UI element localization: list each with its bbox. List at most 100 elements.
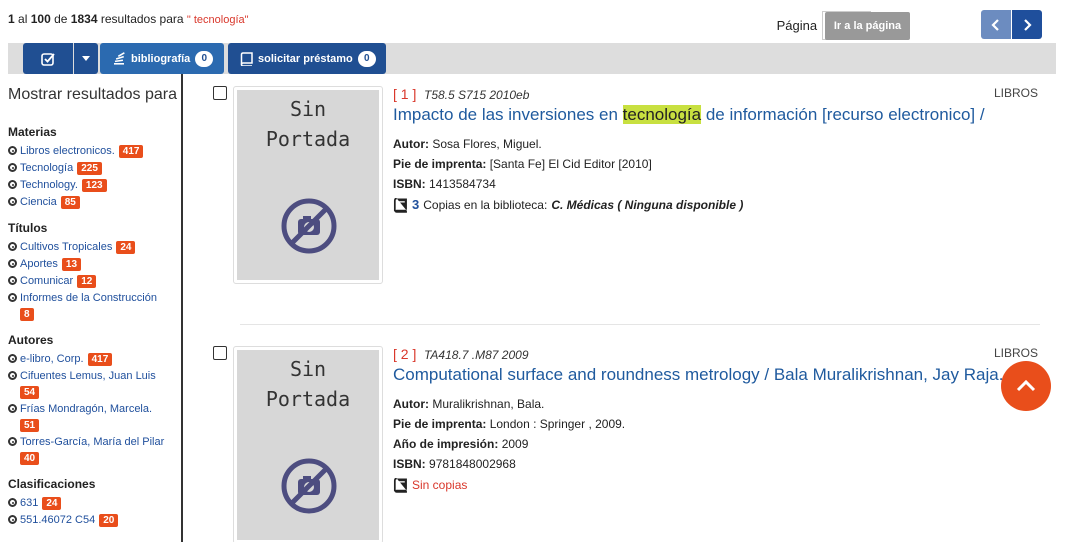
result-checkbox[interactable] <box>213 346 227 360</box>
select-all-button[interactable] <box>23 43 73 74</box>
range-al: al <box>18 12 28 26</box>
result-divider <box>240 324 1040 325</box>
facet-count: 20 <box>99 514 119 527</box>
cover-text-line1: Sin <box>289 357 327 381</box>
result-number: [ 1 ] <box>393 86 417 102</box>
facet-count: 13 <box>61 258 82 271</box>
field-value: London : Springer , 2009. <box>489 417 626 431</box>
facet-count: 225 <box>77 162 102 175</box>
field-value: 2009 <box>501 437 529 451</box>
total-results: 1834 <box>70 12 98 26</box>
field-author: Autor: Sosa Flores, Miguel. <box>393 134 1053 154</box>
no-image-icon <box>281 198 337 254</box>
facet-item-label: Tecnología <box>20 162 74 174</box>
facet-count: 40 <box>20 452 40 465</box>
facet-item-label: 551.46072 C54 <box>20 514 96 526</box>
facet-item-label: Cultivos Tropicales <box>20 241 113 253</box>
facet-item[interactable]: Ciencia 85 <box>8 194 181 211</box>
facet-count: 54 <box>20 386 40 399</box>
facet-item[interactable]: Libros electronicos. 417 <box>8 143 181 160</box>
facet-item-label: Torres-García, María del Pilar <box>20 436 165 448</box>
cover-text-line2: Portada <box>265 127 351 151</box>
title-highlight: tecnología <box>622 105 702 124</box>
cover-text-line2: Portada <box>265 387 351 411</box>
facet-item[interactable]: Frías Mondragón, Marcela. 51 <box>8 401 181 434</box>
prev-page-button[interactable] <box>981 10 1011 39</box>
book-icon <box>393 477 407 493</box>
sidebar-heading: Mostrar resultados para <box>8 86 177 103</box>
target-icon <box>8 276 17 285</box>
result-title-link[interactable]: Computational surface and roundness metr… <box>393 364 1053 386</box>
results-toolbar: bibliografía 0 solicitar préstamo 0 <box>8 43 1056 74</box>
facet-item[interactable]: Aportes 13 <box>8 256 181 273</box>
facet-item-label: Aportes <box>20 258 58 270</box>
target-icon <box>8 371 17 380</box>
facet-item-label: Comunicar <box>20 275 74 287</box>
bibliography-button[interactable]: bibliografía 0 <box>100 43 224 74</box>
target-icon <box>8 354 17 363</box>
facet-item[interactable]: 631 24 <box>8 495 181 512</box>
facet-title: Títulos <box>8 221 48 235</box>
facet-count: 24 <box>116 241 136 254</box>
facet-item[interactable]: Informes de la Construcción 8 <box>8 290 181 323</box>
facet-count: 51 <box>20 419 40 432</box>
facet-title: Clasificaciones <box>8 477 96 491</box>
book-cover[interactable]: Sin Portada <box>233 346 383 542</box>
facet-item[interactable]: Cifuentes Lemus, Juan Luis 54 <box>8 368 181 401</box>
target-icon <box>8 259 17 268</box>
copies-info[interactable]: 3 Copias en la biblioteca: C. Médicas ( … <box>393 194 1053 216</box>
select-dropdown-toggle[interactable] <box>74 43 98 74</box>
facet-item[interactable]: Technology. 123 <box>8 177 181 194</box>
title-part: de información [recurso electronico] / <box>705 105 985 124</box>
results-summary: 1 al 100 de 1834 resultados para " tecno… <box>8 12 249 26</box>
facet-title: Autores <box>8 333 54 347</box>
result-title-link[interactable]: Impacto de las inversiones en tecnología… <box>393 104 1053 126</box>
target-icon <box>8 293 17 302</box>
field-imprint: Pie de imprenta: London : Springer , 200… <box>393 414 1053 434</box>
facet-item[interactable]: 551.46072 C54 20 <box>8 512 181 529</box>
target-icon <box>8 515 17 524</box>
page-label: Página <box>776 18 818 33</box>
results-text: resultados para <box>100 12 184 26</box>
facet-item-label: e-libro, Corp. <box>20 353 84 365</box>
facet-titulos: Títulos Cultivos Tropicales 24 Aportes 13 … <box>8 221 181 323</box>
result-meta: [ 2 ] TA418.7 .M87 2009 LIBROS Computati… <box>393 346 1053 496</box>
facet-item[interactable]: Torres-García, María del Pilar 40 <box>8 434 181 467</box>
facet-item-label: Libros electronicos. <box>20 145 115 157</box>
field-isbn: ISBN: 9781848002968 <box>393 454 1053 474</box>
facet-item[interactable]: Comunicar 12 <box>8 273 181 290</box>
range-to: 100 <box>30 12 51 26</box>
result-checkbox[interactable] <box>213 86 227 100</box>
title-part: Impacto de las inversiones en <box>393 105 618 124</box>
facet-item-label: 631 <box>20 497 39 509</box>
facet-item[interactable]: e-libro, Corp. 417 <box>8 351 181 368</box>
loan-count: 0 <box>357 50 376 67</box>
facet-count: 8 <box>20 308 34 321</box>
book-cover[interactable]: Sin Portada <box>233 86 383 284</box>
field-label: Año de impresión: <box>393 437 499 451</box>
cover-text-line1: Sin <box>289 97 327 121</box>
facet-count: 417 <box>118 145 144 158</box>
scroll-to-top-button[interactable] <box>1001 361 1051 411</box>
call-number: TA418.7 .M87 2009 <box>423 348 529 362</box>
request-loan-button[interactable]: solicitar préstamo 0 <box>228 43 386 74</box>
facet-clasificaciones: Clasificaciones 631 24 551.46072 C54 20 <box>8 477 181 529</box>
goto-page-button[interactable]: Ir a la página <box>825 12 910 40</box>
cover-placeholder: Sin Portada <box>237 350 379 540</box>
facet-item[interactable]: Tecnología 225 <box>8 160 181 177</box>
chevron-left-icon <box>991 18 999 31</box>
facets-sidebar: Mostrar resultados para Materias Libros … <box>0 74 183 542</box>
range-from: 1 <box>8 12 15 26</box>
no-image-icon <box>281 458 337 514</box>
field-value: 9781848002968 <box>429 457 516 471</box>
field-imprint: Pie de imprenta: [Santa Fe] El Cid Edito… <box>393 154 1053 174</box>
search-query: " tecnología" <box>186 14 249 26</box>
facet-title: Materias <box>8 125 57 139</box>
next-page-button[interactable] <box>1012 10 1042 39</box>
caret-down-icon <box>82 56 90 61</box>
facet-materias: Materias Libros electronicos. 417 Tecnolo… <box>8 125 181 211</box>
facet-item-label: Ciencia <box>20 196 57 208</box>
page-nav <box>981 10 1042 39</box>
facet-item[interactable]: Cultivos Tropicales 24 <box>8 239 181 256</box>
field-label: Autor: <box>393 397 429 411</box>
